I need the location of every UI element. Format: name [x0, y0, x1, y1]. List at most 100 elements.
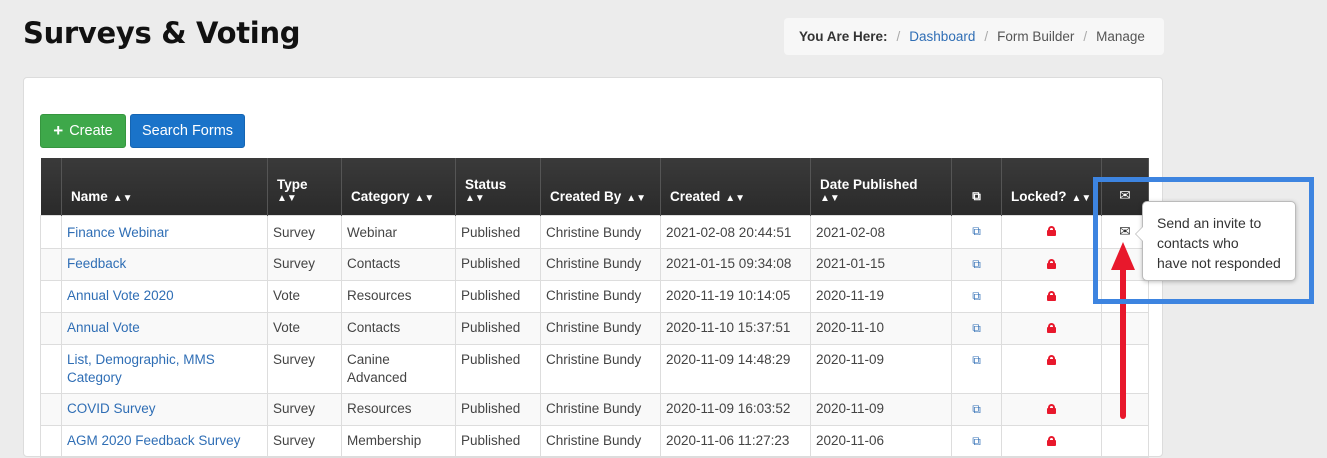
tooltip-line: Send an invite to [1157, 215, 1262, 231]
cell-date-published: 2020-11-19 [810, 279, 952, 313]
breadcrumb-separator: / [896, 29, 901, 44]
breadcrumb-dashboard-link[interactable]: Dashboard [909, 29, 975, 44]
cell-text: Christine Bundy [546, 287, 642, 303]
column-header-locked[interactable]: Locked? ▲▼ [1001, 158, 1102, 215]
lock-icon[interactable] [1047, 225, 1056, 236]
locked-cell [1001, 392, 1102, 426]
cell-created: 2020-11-19 10:14:05 [660, 279, 811, 313]
cell-created: 2020-11-09 14:48:29 [660, 343, 811, 394]
search-forms-button[interactable]: Search Forms [130, 114, 245, 148]
copy-cell: ⧉ [951, 247, 1002, 281]
cell-status: Published [455, 311, 541, 345]
locked-cell [1001, 214, 1102, 249]
cell-text: Survey [273, 432, 316, 448]
cell-name: Feedback [61, 247, 268, 281]
lock-icon[interactable] [1047, 435, 1056, 446]
copy-icon[interactable]: ⧉ [972, 321, 981, 335]
form-name-link[interactable]: Annual Vote [67, 320, 140, 335]
cell-text: 2020-11-06 11:27:23 [666, 432, 790, 448]
column-header-created[interactable]: Created ▲▼ [660, 158, 811, 215]
cell-text: 2021-01-15 09:34:08 [666, 255, 792, 271]
column-header-created-by[interactable]: Created By ▲▼ [540, 158, 661, 215]
plus-icon: + [53, 121, 64, 140]
page-title: Surveys & Voting [23, 16, 301, 50]
cell-name: AGM 2020 Feedback Survey [61, 424, 268, 458]
cell-text: 2020-11-09 [816, 400, 885, 416]
breadcrumb: You Are Here: / Dashboard / Form Builder… [784, 18, 1164, 55]
copy-icon[interactable]: ⧉ [972, 257, 981, 271]
copy-icon[interactable]: ⧉ [972, 353, 981, 367]
column-header-category[interactable]: Category ▲▼ [341, 158, 456, 215]
breadcrumb-form-builder: Form Builder [997, 29, 1075, 44]
copy-icon[interactable]: ⧉ [972, 402, 981, 416]
row-select-cell [40, 392, 62, 426]
column-header-locked-label: Locked? [1011, 188, 1067, 204]
form-name-link[interactable]: Feedback [67, 256, 126, 271]
table-row: COVID Survey Survey Resources Published Chri… [40, 392, 1149, 426]
form-name-link[interactable]: List, Demographic, MMS Category [67, 352, 215, 385]
form-name-link[interactable]: COVID Survey [67, 401, 156, 416]
cell-status: Published [455, 247, 541, 281]
lock-icon[interactable] [1047, 290, 1056, 301]
cell-type: Survey [267, 214, 342, 249]
cell-text: Published [461, 351, 521, 367]
cell-name: List, Demographic, MMS Category [61, 343, 268, 394]
sort-icon: ▲▼ [725, 192, 746, 204]
cell-text: 2020-11-09 16:03:52 [666, 400, 791, 416]
cell-type: Survey [267, 392, 342, 426]
cell-text: Survey [273, 400, 316, 416]
row-select-cell [40, 311, 62, 345]
cell-text: Webinar [347, 224, 398, 240]
form-name-link[interactable]: Finance Webinar [67, 225, 169, 240]
form-name-link[interactable]: Annual Vote 2020 [67, 288, 174, 303]
cell-created-by: Christine Bundy [540, 214, 661, 249]
envelope-icon[interactable]: ✉ [1119, 223, 1131, 239]
cell-created: 2021-02-08 20:44:51 [660, 214, 811, 249]
cell-text: Published [461, 400, 521, 416]
column-header-name[interactable]: Name ▲▼ [61, 158, 268, 215]
locked-cell [1001, 247, 1102, 281]
breadcrumb-separator: / [984, 29, 989, 44]
forms-panel: + Create Search Forms Name ▲▼ Type ▲▼ Cate… [23, 77, 1163, 458]
column-header-select [40, 158, 62, 215]
breadcrumb-label: You Are Here: [799, 29, 888, 44]
copy-cell: ⧉ [951, 392, 1002, 426]
column-header-status[interactable]: Status ▲▼ [455, 158, 541, 215]
cell-text: Resources [347, 400, 412, 416]
form-name-link[interactable]: AGM 2020 Feedback Survey [67, 433, 240, 448]
cell-text: Survey [273, 224, 316, 240]
cell-category: Resources [341, 279, 456, 313]
cell-category: Webinar [341, 214, 456, 249]
cell-text: Christine Bundy [546, 224, 642, 240]
copy-icon[interactable]: ⧉ [972, 289, 981, 303]
copy-icon[interactable]: ⧉ [972, 224, 981, 238]
cell-type: Survey [267, 247, 342, 281]
cell-text: Published [461, 255, 521, 271]
table-row: Feedback Survey Contacts Published Christine… [40, 247, 1149, 281]
column-header-type[interactable]: Type ▲▼ [267, 158, 342, 215]
lock-icon[interactable] [1047, 354, 1056, 365]
create-button[interactable]: + Create [40, 114, 126, 148]
column-header-date-published[interactable]: Date Published ▲▼ [810, 158, 952, 215]
table-row: Finance Webinar Survey Webinar Published Chr… [40, 214, 1149, 249]
cell-text: 2021-02-08 [816, 224, 886, 240]
cell-name: Annual Vote [61, 311, 268, 345]
lock-icon[interactable] [1047, 258, 1056, 269]
cell-date-published: 2021-01-15 [810, 247, 952, 281]
lock-icon[interactable] [1047, 403, 1056, 414]
copy-icon[interactable]: ⧉ [972, 434, 981, 448]
cell-category: Membership [341, 424, 456, 458]
row-select-cell [40, 214, 62, 249]
lock-icon[interactable] [1047, 322, 1056, 333]
invite-cell [1101, 311, 1149, 345]
cell-type: Survey [267, 424, 342, 458]
invite-cell [1101, 343, 1149, 394]
cell-created: 2020-11-06 11:27:23 [660, 424, 811, 458]
cell-text: 2020-11-19 10:14:05 [666, 287, 791, 303]
cell-date-published: 2020-11-06 [810, 424, 952, 458]
breadcrumb-manage: Manage [1096, 29, 1145, 44]
cell-category: Contacts [341, 311, 456, 345]
cell-name: Annual Vote 2020 [61, 279, 268, 313]
locked-cell [1001, 343, 1102, 394]
tooltip-line: contacts who [1157, 235, 1239, 251]
